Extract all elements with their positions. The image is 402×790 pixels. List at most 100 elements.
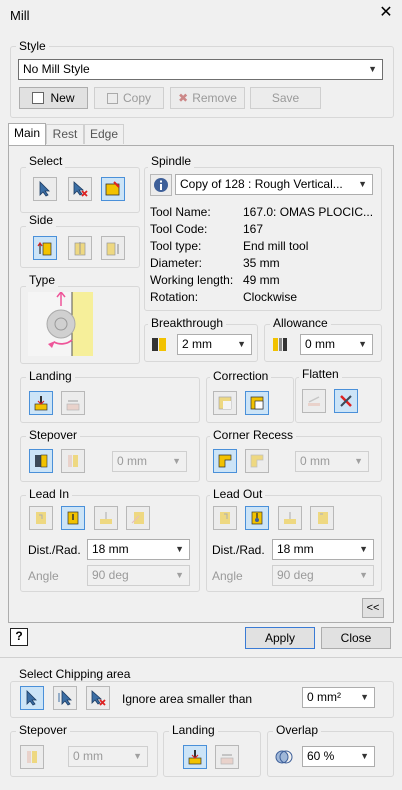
correction-on-button[interactable]: [245, 391, 269, 415]
tool-name-label: Tool Name:: [150, 205, 211, 219]
lead-in-group-label: Lead In: [26, 487, 73, 501]
lead-out-angle-value: 90 deg: [277, 568, 314, 582]
side-left-button[interactable]: [33, 236, 57, 260]
overlap-dropdown[interactable]: 60 % ▼: [302, 746, 375, 767]
chipping-multi-pick-button[interactable]: [53, 686, 77, 710]
remove-style-button[interactable]: ✖ Remove: [170, 87, 245, 109]
help-button[interactable]: ?: [10, 628, 28, 646]
lead-out-dist-dropdown[interactable]: 18 mm ▼: [272, 539, 374, 560]
stepover-group-label: Stepover: [26, 428, 81, 442]
ignore-area-label: Ignore area smaller than: [122, 692, 253, 706]
lead-out-arc-icon: [284, 512, 296, 524]
tab-rest[interactable]: Rest: [46, 124, 84, 144]
lead-out-dist-label: Dist./Rad.: [212, 543, 265, 557]
save-button-label: Save: [271, 91, 300, 105]
copy-style-button[interactable]: Copy: [94, 87, 164, 109]
stepover-multi-button[interactable]: [61, 449, 85, 473]
lead-out-line-icon: [251, 511, 263, 525]
allowance-icon: [273, 338, 287, 351]
style-dropdown[interactable]: No Mill Style ▼: [18, 59, 383, 80]
chipping-remove-button[interactable]: [86, 686, 110, 710]
lead-out-none-icon: [220, 512, 230, 524]
cursor-multi-icon: [58, 690, 72, 706]
chevron-down-icon: ▼: [358, 339, 367, 349]
corner-recess-off-icon: [250, 454, 264, 468]
chevron-down-icon: ▼: [360, 751, 369, 761]
close-button[interactable]: Close: [321, 627, 391, 649]
lead-out-tangent-button[interactable]: [310, 506, 334, 530]
tool-info-button[interactable]: [150, 174, 172, 196]
save-style-button[interactable]: Save: [250, 87, 321, 109]
overlap-value: 60 %: [307, 749, 335, 763]
corner-recess-off-button[interactable]: [245, 449, 269, 473]
stepover-dropdown[interactable]: 0 mm ▼: [112, 451, 187, 472]
corner-recess-dropdown[interactable]: 0 mm ▼: [295, 451, 369, 472]
overlap-group-label: Overlap: [273, 723, 322, 737]
bottom-landing-on-button[interactable]: [183, 745, 207, 769]
collapse-button[interactable]: <<: [362, 598, 384, 618]
landing-group-label: Landing: [26, 369, 75, 383]
select-group-label: Select: [26, 154, 66, 168]
side-right-button[interactable]: [101, 236, 125, 260]
copy-button-label: Copy: [122, 91, 151, 105]
lead-out-group-label: Lead Out: [210, 487, 266, 501]
lead-in-arc-button[interactable]: [94, 506, 118, 530]
tab-edge[interactable]: Edge: [84, 124, 124, 144]
apply-button[interactable]: Apply: [245, 627, 315, 649]
lead-in-tangent-button[interactable]: [126, 506, 150, 530]
correction-off-button[interactable]: [213, 391, 237, 415]
bottom-stepover-dropdown[interactable]: 0 mm ▼: [68, 746, 148, 767]
flatten-group-label: Flatten: [299, 367, 342, 381]
rotation-value: Clockwise: [243, 290, 298, 304]
lead-in-angle-dropdown[interactable]: 90 deg ▼: [87, 565, 190, 586]
close-icon[interactable]: ✕: [378, 5, 394, 21]
ignore-area-dropdown[interactable]: 0 mm² ▼: [302, 687, 375, 708]
breakthrough-icon: [152, 338, 166, 351]
chipping-pick-button[interactable]: [20, 686, 44, 710]
diameter-label: Diameter:: [150, 256, 203, 270]
lead-out-arc-button[interactable]: [278, 506, 302, 530]
select-pick-remove-button[interactable]: [68, 177, 92, 201]
breakthrough-value: 2 mm: [182, 337, 212, 351]
lead-out-angle-dropdown[interactable]: 90 deg ▼: [272, 565, 374, 586]
stepover-multi-icon: [68, 455, 78, 467]
bottom-landing-off-button[interactable]: [215, 745, 239, 769]
tool-code-label: Tool Code:: [150, 222, 208, 236]
lead-out-line-button[interactable]: [245, 506, 269, 530]
allowance-dropdown[interactable]: 0 mm ▼: [300, 334, 373, 355]
lead-out-none-button[interactable]: [213, 506, 237, 530]
lead-in-line-button[interactable]: [61, 506, 85, 530]
bottom-stepover-button[interactable]: [20, 745, 44, 769]
chevron-down-icon: ▼: [237, 339, 246, 349]
tab-main[interactable]: Main: [8, 123, 46, 145]
section-divider: [0, 657, 402, 658]
stepover-multi-icon: [27, 751, 37, 763]
side-group-label: Side: [26, 213, 57, 227]
correction-off-icon: [218, 396, 232, 410]
diameter-value: 35 mm: [243, 256, 280, 270]
side-center-icon: [74, 242, 86, 256]
landing-off-button[interactable]: [61, 391, 85, 415]
lead-in-none-button[interactable]: [29, 506, 53, 530]
tool-dropdown[interactable]: Copy of 128 : Rough Vertical... ▼: [175, 174, 373, 195]
select-pick-button[interactable]: [33, 177, 57, 201]
corner-recess-on-button[interactable]: [213, 449, 237, 473]
side-center-button[interactable]: [68, 236, 92, 260]
overlap-icon: [275, 750, 293, 764]
type-preview: [28, 290, 93, 356]
breakthrough-dropdown[interactable]: 2 mm ▼: [177, 334, 252, 355]
bottom-stepover-group-label: Stepover: [16, 723, 71, 737]
lead-in-arc-icon: [100, 512, 112, 524]
corner-recess-group-label: Corner Recess: [210, 428, 297, 442]
area-select-icon: [105, 181, 120, 196]
rotation-label: Rotation:: [150, 290, 199, 304]
lead-in-dist-dropdown[interactable]: 18 mm ▼: [87, 539, 190, 560]
select-area-button[interactable]: [101, 177, 125, 201]
chevron-down-icon: ▼: [133, 751, 142, 761]
new-style-button[interactable]: New: [19, 87, 88, 109]
landing-on-button[interactable]: [29, 391, 53, 415]
flatten-off-button[interactable]: [302, 389, 326, 413]
type-preview-icon: [46, 290, 93, 356]
flatten-on-button[interactable]: [334, 389, 358, 413]
stepover-single-button[interactable]: [29, 449, 53, 473]
